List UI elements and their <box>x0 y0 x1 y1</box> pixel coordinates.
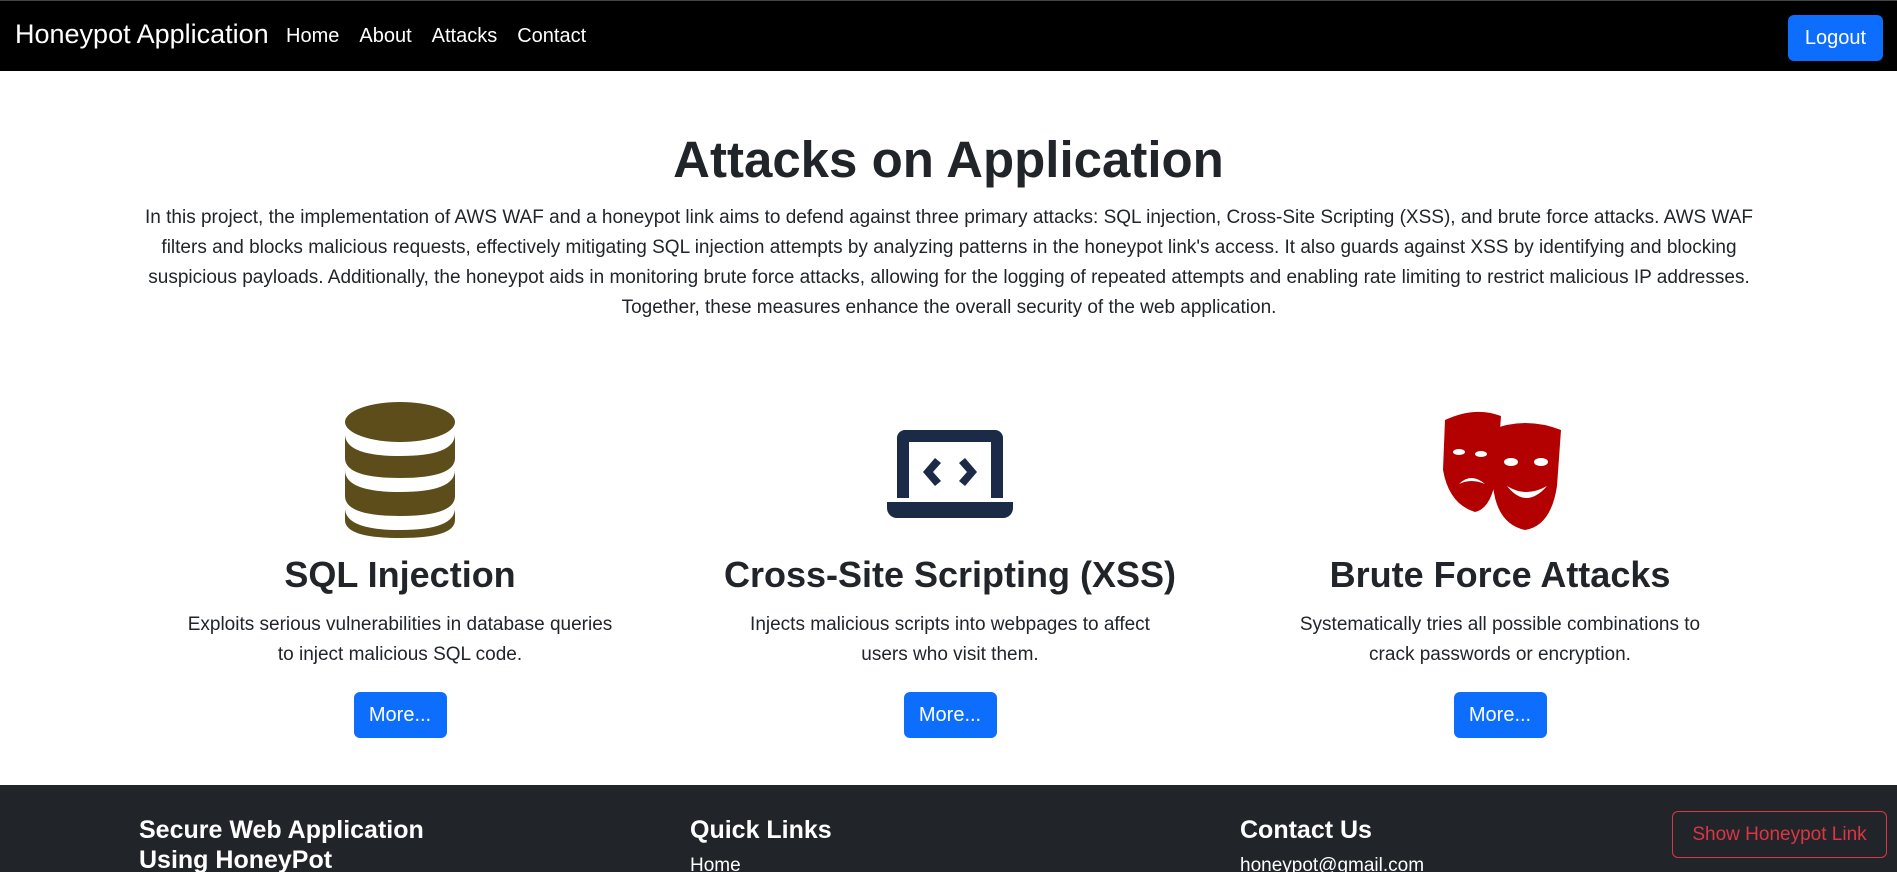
feature-xss: Cross-Site Scripting (XSS) Injects malic… <box>690 400 1210 738</box>
nav-link-attacks[interactable]: Attacks <box>432 25 498 48</box>
feature-title: Cross-Site Scripting (XSS) <box>723 554 1177 595</box>
feature-title: Brute Force Attacks <box>1329 554 1671 595</box>
laptop-code-icon <box>887 430 1013 518</box>
nav-link-about[interactable]: About <box>359 25 411 48</box>
nav-link-home[interactable]: Home <box>286 25 339 48</box>
logout-button[interactable]: Logout <box>1788 15 1883 61</box>
feature-description: Injects malicious scripts into webpages … <box>750 614 1150 665</box>
footer-quick-links-title: Quick Links <box>690 816 832 844</box>
nav-link-contact[interactable]: Contact <box>517 25 586 48</box>
footer-contact: Contact Us honeypot@gmail.com <box>1240 815 1424 872</box>
show-honeypot-link-button[interactable]: Show Honeypot Link <box>1672 811 1887 858</box>
theater-masks-icon <box>1443 411 1561 530</box>
database-icon <box>345 402 455 538</box>
feature-brute-force: Brute Force Attacks Systematically tries… <box>1240 400 1760 738</box>
more-button-xss[interactable]: More... <box>903 692 997 738</box>
nav-links: Home About Attacks Contact <box>286 25 606 48</box>
feature-sql-injection: SQL Injection Exploits serious vulnerabi… <box>140 400 660 738</box>
footer-contact-email[interactable]: honeypot@gmail.com <box>1240 855 1424 872</box>
footer-quick-links: Quick Links Home <box>690 815 832 872</box>
intro-paragraph: In this project, the implementation of A… <box>145 207 1753 318</box>
page-title: Attacks on Application <box>673 131 1224 188</box>
feature-title: SQL Injection <box>284 554 516 595</box>
more-button-brute-force[interactable]: More... <box>1453 692 1547 738</box>
footer-about-title: Secure Web Application Using HoneyPot <box>139 816 424 872</box>
footer-contact-title: Contact Us <box>1240 816 1372 844</box>
more-button-sql[interactable]: More... <box>353 692 447 738</box>
footer-link-home[interactable]: Home <box>690 855 832 872</box>
footer: Secure Web Application Using HoneyPot Qu… <box>0 785 1897 872</box>
top-navbar: Honeypot Application Home About Attacks … <box>0 0 1897 71</box>
feature-description: Systematically tries all possible combin… <box>1299 614 1701 665</box>
footer-about: Secure Web Application Using HoneyPot <box>139 815 459 872</box>
feature-description: Exploits serious vulnerabilities in data… <box>187 614 613 665</box>
navbar-brand[interactable]: Honeypot Application <box>15 19 269 50</box>
